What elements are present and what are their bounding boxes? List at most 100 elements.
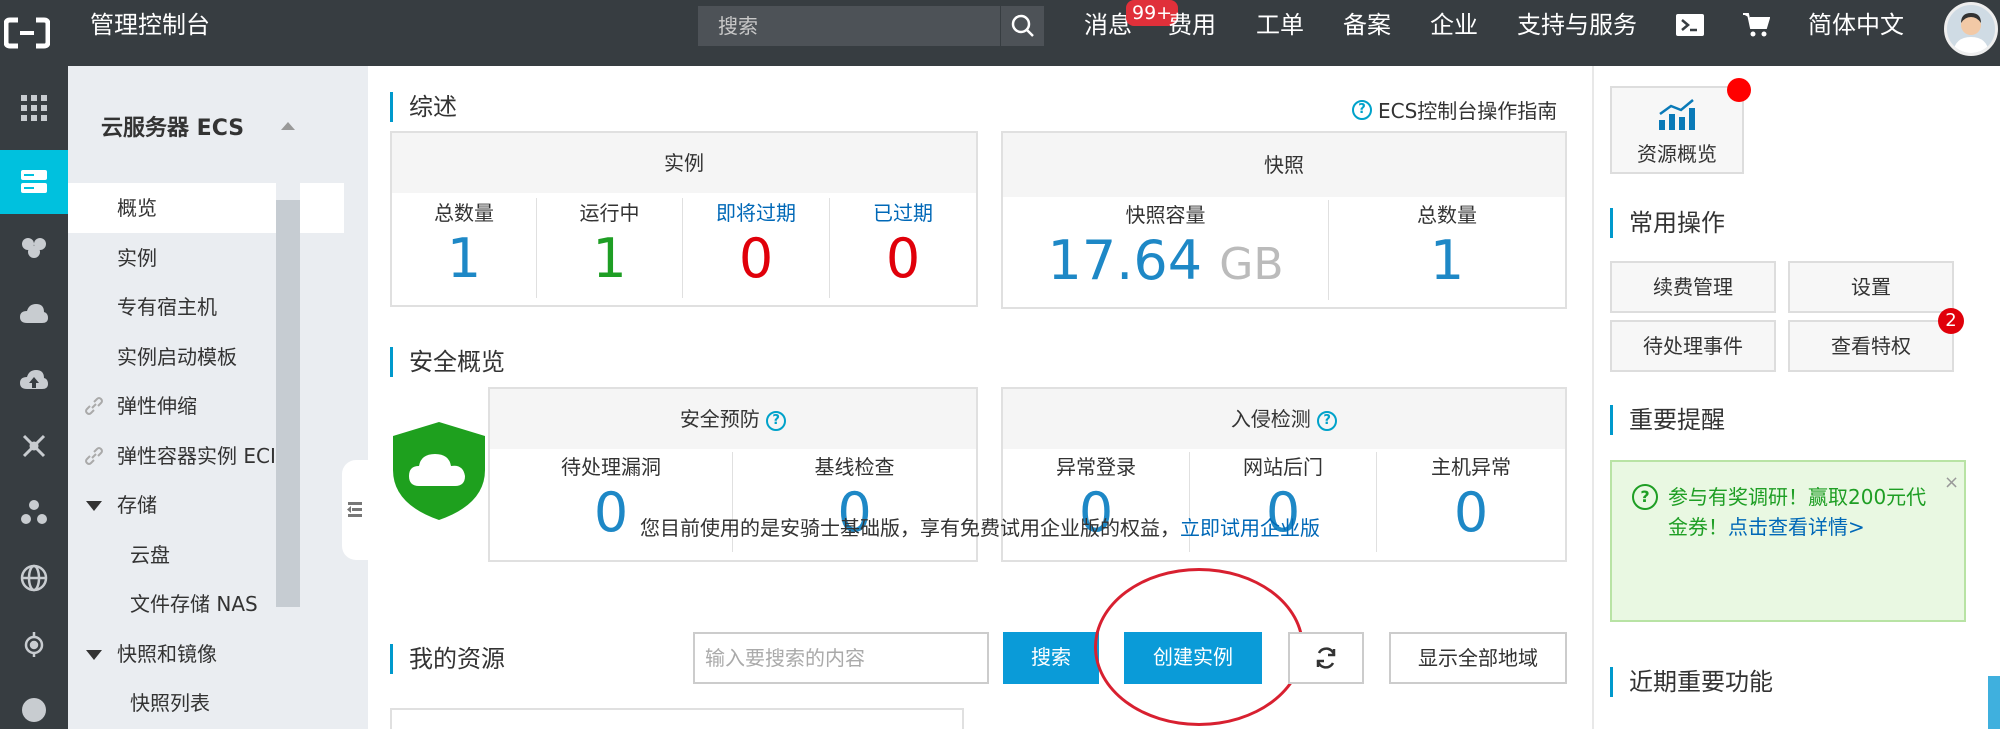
notification-dot [1727,78,1751,102]
try-enterprise-link[interactable]: 立即试用企业版 [1180,516,1320,540]
sidebar-item-dedicated-hosts[interactable]: 专有宿主机 [68,282,344,332]
pending-events-button[interactable]: 待处理事件 [1610,320,1776,372]
sidebar-item-label: 概览 [117,196,157,220]
stat-host-anomaly[interactable]: 主机异常 0 [1377,452,1565,544]
settings-button[interactable]: 设置 [1788,261,1954,313]
notice-text: 您目前使用的是安骑士基础版，享有免费试用企业版的权益， [640,516,1180,540]
scroll-up-arrow[interactable] [281,122,295,130]
view-privileges-button[interactable]: 查看特权 [1788,320,1954,372]
stat-snapshot-capacity[interactable]: 快照容量 17.64 GB [1003,200,1328,296]
help-icon: ? [1352,99,1372,120]
resource-search-button[interactable]: 搜索 [1003,632,1099,684]
rail-all-products[interactable] [0,76,68,140]
sidebar-collapse-toggle[interactable] [342,460,368,560]
stat-instance-expired[interactable]: 已过期 0 [830,198,976,290]
rail-ecs[interactable] [0,150,68,214]
link-icon [85,447,103,465]
sidebar-item-label: 专有宿主机 [117,295,217,319]
resource-overview-button[interactable]: 资源概览 [1610,86,1744,174]
stat-value: 17.64 [1047,229,1203,292]
nav-icp[interactable]: 备案 [1343,10,1391,40]
snapshot-card-header: 快照 [1003,133,1565,197]
rail-product-7[interactable] [0,546,68,610]
stat-instance-total[interactable]: 总数量 1 [392,198,536,290]
cart-icon[interactable] [1742,12,1771,42]
stat-instance-expiring[interactable]: 即将过期 0 [683,198,829,290]
stat-label: 主机异常 [1431,455,1511,479]
sidebar-item-launch-templates[interactable]: 实例启动模板 [68,332,344,382]
recent-features-title: 近期重要功能 [1610,667,1773,697]
sidebar-item-label: 实例启动模板 [117,345,237,369]
nav-enterprise[interactable]: 企业 [1430,10,1478,40]
search-icon [1011,14,1034,37]
sidebar-item-label: 云盘 [130,543,170,567]
help-icon[interactable]: ? [1317,410,1338,431]
rail-product-4[interactable] [0,348,68,412]
resources-section-title: 我的资源 [390,644,505,674]
circle-icon [22,698,46,722]
show-all-regions-button[interactable]: 显示全部地域 [1389,632,1567,684]
rail-product-3[interactable] [0,282,68,346]
rail-product-8[interactable] [0,612,68,676]
nav-messages[interactable]: 消息 [1084,10,1132,40]
nav-support[interactable]: 支持与服务 [1517,10,1637,40]
sidebar-item-eci[interactable]: 弹性容器实例 ECI [68,431,344,481]
common-ops-title: 常用操作 [1610,208,1725,238]
stat-label: 总数量 [434,201,494,225]
stat-instance-running[interactable]: 运行中 1 [537,198,682,290]
settings-cloud-icon [24,632,44,657]
privilege-count-badge: 2 [1938,308,1964,334]
sidebar-group-storage[interactable]: 存储 [68,480,344,530]
global-search-input[interactable] [698,6,998,46]
renewal-management-button[interactable]: 续费管理 [1610,261,1776,313]
sidebar-item-nas[interactable]: 文件存储 NAS [68,579,344,629]
stat-label: 基线检查 [814,455,895,479]
rail-product-5[interactable] [0,414,68,478]
language-switch[interactable]: 简体中文 [1808,10,1904,40]
search-button[interactable] [1000,6,1044,46]
network-icon [22,434,46,458]
help-icon[interactable]: ? [766,410,787,431]
guide-link-label: ECS控制台操作指南 [1378,99,1558,123]
stat-label: 总数量 [1417,203,1477,227]
stat-label: 即将过期 [716,201,796,225]
sidebar-scroll-thumb[interactable] [276,200,300,607]
aliyun-logo[interactable] [3,10,51,56]
stat-label: 已过期 [873,201,933,225]
rail-product-2[interactable] [0,216,68,280]
sidebar-group-snapshots-images[interactable]: 快照和镜像 [68,629,344,679]
sidebar-item-label: 文件存储 NAS [130,592,258,616]
nav-tickets[interactable]: 工单 [1256,10,1304,40]
terminal-icon[interactable] [1676,14,1704,42]
stat-value: 1 [446,227,482,290]
reminder-details-link[interactable]: 点击查看详情> [1728,515,1865,539]
resource-search-input[interactable] [693,632,989,684]
avatar[interactable] [1944,2,1998,56]
sidebar-item-snapshot-list[interactable]: 快照列表 [68,678,344,728]
sidebar-item-auto-scaling[interactable]: 弹性伸缩 [68,381,344,431]
prevention-card-header: 安全预防 ? [490,389,976,449]
stat-value: 0 [738,227,774,290]
sidebar-item-label: 实例 [117,246,157,270]
stat-value: 1 [1429,229,1465,292]
rail-product-6[interactable] [0,480,68,544]
refresh-button[interactable] [1288,632,1364,684]
ecs-guide-link[interactable]: ? ECS控制台操作指南 [1352,95,1557,124]
console-title[interactable]: 管理控制台 [90,10,210,40]
close-icon[interactable]: × [1944,472,1959,493]
grid-icon [21,95,47,121]
caret-down-icon [86,501,102,511]
stat-snapshot-count[interactable]: 总数量 1 [1329,200,1565,292]
stat-unit: GB [1219,239,1284,290]
stat-label: 网站后门 [1243,455,1323,479]
feedback-tab[interactable] [1988,676,2000,729]
reminder-message: 参与有奖调研！赢取200元代金券！点击查看详情> [1668,482,1938,542]
sidebar-item-instances[interactable]: 实例 [68,233,344,283]
rail-product-9[interactable] [0,678,68,729]
nav-billing[interactable]: 费用 [1168,10,1216,40]
instance-card-header: 实例 [392,133,976,193]
caret-down-icon [86,650,102,660]
sidebar-item-disks[interactable]: 云盘 [68,530,344,580]
sidebar-item-overview[interactable]: 概览 [68,183,344,233]
sidebar-item-label: 快照列表 [130,691,210,715]
